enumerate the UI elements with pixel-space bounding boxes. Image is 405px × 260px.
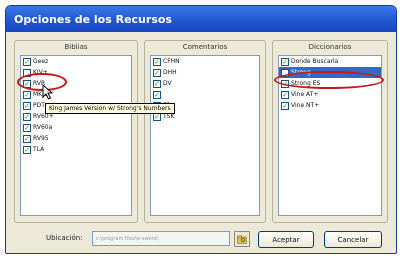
diccionarios-item-label: Vine AT+ (291, 91, 319, 98)
comentarios-item[interactable]: ✓ (151, 89, 259, 100)
checkbox[interactable]: ✓ (281, 90, 289, 99)
biblias-item[interactable]: ✓ RV60a (21, 122, 131, 133)
comentarios-group: Comentarios ✓CFHN✓DHH✓DV✓✓EP✓TSK (144, 40, 266, 223)
checkbox[interactable]: ✓ (153, 57, 161, 66)
comentarios-item-label: DHH (163, 69, 177, 76)
checkbox[interactable]: ✓ (23, 145, 31, 154)
checkbox[interactable]: ✓ (281, 101, 289, 110)
checkbox[interactable]: ✓ (23, 101, 31, 110)
checkbox[interactable]: ✓ (281, 57, 289, 66)
comentarios-item[interactable]: ✓ DV (151, 78, 259, 89)
location-label: Ubicación: (46, 234, 83, 242)
cancel-button[interactable]: Cancelar (324, 231, 382, 248)
checkbox[interactable]: ✓ (23, 112, 31, 121)
kjv-tooltip: King James Version w/ Strong's Numbers (45, 103, 175, 114)
location-input[interactable]: c:\program files\e-sword\ (92, 231, 230, 246)
checkbox[interactable]: ✓ (23, 57, 31, 66)
comentarios-item-label: TSK (163, 113, 175, 120)
window-title: Opciones de los Recursos (6, 6, 396, 32)
checkbox[interactable]: ✓ (153, 68, 161, 77)
dialog-footer: Ubicación: c:\program files\e-sword\ Ace… (14, 230, 388, 248)
diccionarios-item-label: Donde Buscarla (291, 58, 339, 65)
checkbox[interactable]: ✓ (153, 90, 161, 99)
folder-browse-icon (237, 235, 247, 244)
comentarios-item-label: DV (163, 80, 172, 87)
accept-button[interactable]: Aceptar (258, 231, 314, 248)
checkbox[interactable]: ✓ (23, 134, 31, 143)
biblias-item[interactable]: ✓ Geez (21, 56, 131, 67)
resource-panels: Biblias ✓ Geez KJV+ ✓ RVR ✓ MKJV ✓ PDT ✓ RV60+ ✓ RV6… (14, 40, 388, 223)
biblias-item-label: RV95 (33, 135, 49, 142)
diccionarios-title: Diccionarios (308, 43, 352, 51)
biblias-item-label: PDT (33, 102, 45, 109)
checkbox[interactable]: ✓ (153, 79, 161, 88)
comentarios-item-label: CFHN (163, 58, 180, 65)
diccionarios-item[interactable]: ✓ Vine AT+ (279, 89, 381, 100)
diccionarios-item[interactable]: ✓ Donde Buscarla (279, 56, 381, 67)
biblias-item[interactable]: ✓ TLA (21, 144, 131, 155)
checkbox[interactable]: ✓ (23, 123, 31, 132)
strong-highlight-ellipse (274, 71, 384, 89)
diccionarios-item-label: Vine NT+ (291, 102, 320, 109)
comentarios-list[interactable]: ✓CFHN✓DHH✓DV✓✓EP✓TSK (150, 55, 260, 216)
biblias-item-label: RV60+ (33, 113, 54, 120)
diccionarios-item[interactable]: ✓ Vine NT+ (279, 100, 381, 111)
biblias-item-label: TLA (33, 146, 45, 153)
checkbox[interactable]: ✓ (23, 90, 31, 99)
mouse-pointer-icon (42, 84, 54, 100)
comentarios-title: Comentarios (182, 43, 228, 51)
browse-button[interactable] (234, 231, 250, 247)
biblias-title: Biblias (64, 43, 88, 51)
comentarios-item[interactable]: ✓ DHH (151, 67, 259, 78)
comentarios-item[interactable]: ✓ CFHN (151, 56, 259, 67)
biblias-item-label: RV60a (33, 124, 53, 131)
diccionarios-group: Diccionarios ✓ Donde Buscarla Strong ✓ Stron… (272, 40, 388, 223)
biblias-item-label: Geez (33, 58, 49, 65)
resource-options-window: Opciones de los Recursos Biblias ✓ Geez KJ… (5, 5, 397, 254)
biblias-group: Biblias ✓ Geez KJV+ ✓ RVR ✓ MKJV ✓ PDT ✓ RV60+ ✓ RV6… (14, 40, 138, 223)
biblias-item[interactable]: ✓ RV95 (21, 133, 131, 144)
